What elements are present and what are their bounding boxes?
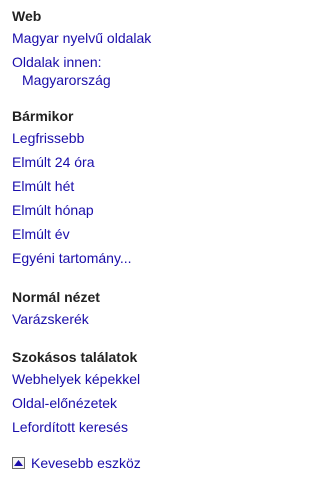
- section-heading-view: Normál nézet: [12, 289, 100, 305]
- time-filter-past-week[interactable]: Elmúlt hét: [12, 177, 198, 195]
- section-heading-web: Web: [12, 8, 42, 24]
- results-sites-with-images[interactable]: Webhelyek képekkel: [12, 370, 198, 388]
- section-web: Web Magyar nyelvű oldalak Oldalak innen:…: [12, 7, 198, 89]
- time-filter-past-month[interactable]: Elmúlt hónap: [12, 201, 198, 219]
- view-wonder-wheel[interactable]: Varázskerék: [12, 310, 198, 328]
- time-filter-past-24-hours[interactable]: Elmúlt 24 óra: [12, 153, 198, 171]
- section-view: Normál nézet Varázskerék: [12, 288, 198, 328]
- results-translated-search[interactable]: Lefordított keresés: [12, 418, 198, 436]
- section-heading-results: Szokásos találatok: [12, 349, 138, 365]
- time-filter-custom-range[interactable]: Egyéni tartomány...: [12, 249, 198, 267]
- section-heading-time: Bármikor: [12, 108, 74, 124]
- fewer-tools-toggle[interactable]: Kevesebb eszköz: [12, 454, 141, 472]
- time-filter-latest[interactable]: Legfrissebb: [12, 129, 198, 147]
- section-time: Bármikor Legfrissebb Elmúlt 24 óra Elmúl…: [12, 107, 198, 267]
- time-filter-past-year[interactable]: Elmúlt év: [12, 225, 198, 243]
- results-page-previews[interactable]: Oldal-előnézetek: [12, 394, 198, 412]
- section-results: Szokásos találatok Webhelyek képekkel Ol…: [12, 348, 198, 436]
- filter-pages-from-country[interactable]: Oldalak innen:: [12, 53, 198, 71]
- filter-hungarian-pages[interactable]: Magyar nyelvű oldalak: [12, 29, 198, 47]
- fewer-tools-label: Kevesebb eszköz: [31, 455, 141, 471]
- search-tools-sidebar: Web Magyar nyelvű oldalak Oldalak innen:…: [0, 0, 200, 494]
- triangle-up-icon: [12, 457, 25, 469]
- filter-pages-from-country-name[interactable]: Magyarország: [12, 71, 198, 89]
